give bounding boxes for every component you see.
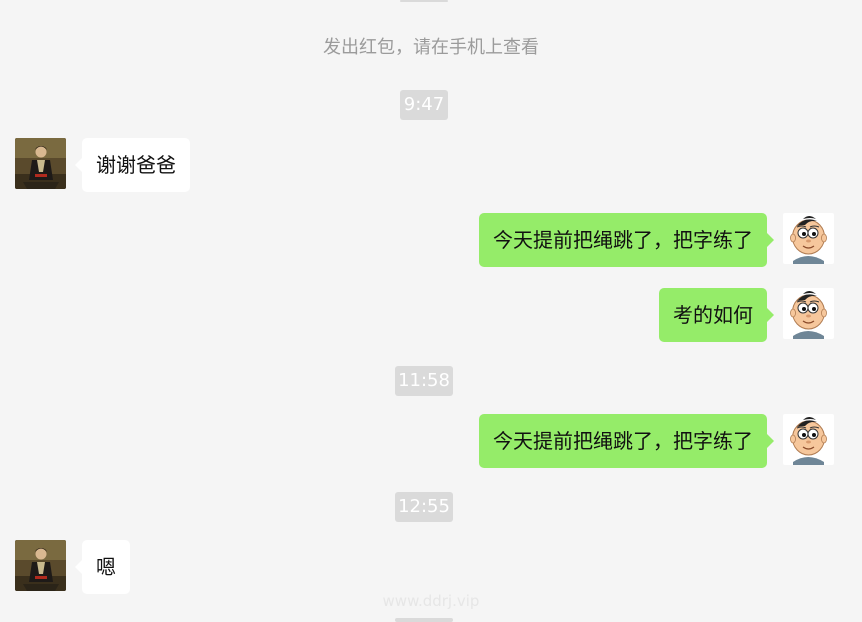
- top-cutoff-badge: [400, 0, 448, 2]
- bubble-tail: [767, 308, 774, 322]
- time-badge: 11:58: [395, 366, 453, 396]
- bubble-tail: [75, 158, 82, 172]
- dad-portrait-avatar[interactable]: [15, 540, 66, 591]
- dad-portrait-avatar[interactable]: [15, 138, 66, 189]
- outgoing-message[interactable]: 考的如何: [659, 288, 767, 342]
- bubble-tail: [75, 560, 82, 574]
- incoming-message[interactable]: 嗯: [82, 540, 130, 594]
- watermark-text: www.ddrj.vip: [382, 592, 480, 610]
- outgoing-message[interactable]: 今天提前把绳跳了，把字练了: [479, 213, 767, 267]
- bubble-tail: [767, 233, 774, 247]
- time-badge: 12:55: [395, 492, 453, 522]
- bottom-cutoff-badge: [395, 618, 453, 622]
- system-note: 发出红包，请在手机上查看: [323, 37, 539, 58]
- cartoon-boy-avatar[interactable]: [783, 213, 834, 264]
- incoming-message[interactable]: 谢谢爸爸: [82, 138, 190, 192]
- cartoon-boy-avatar[interactable]: [783, 414, 834, 465]
- bubble-tail: [767, 434, 774, 448]
- time-badge: 9:47: [400, 90, 448, 120]
- outgoing-message[interactable]: 今天提前把绳跳了，把字练了: [479, 414, 767, 468]
- cartoon-boy-avatar[interactable]: [783, 288, 834, 339]
